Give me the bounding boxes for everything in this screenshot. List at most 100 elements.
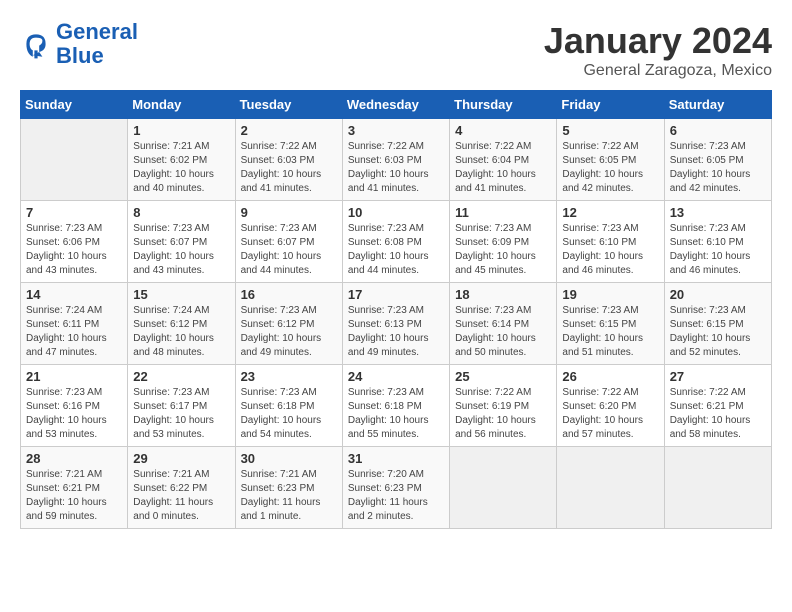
calendar-day-cell: 21Sunrise: 7:23 AM Sunset: 6:16 PM Dayli…	[21, 365, 128, 447]
calendar-day-cell: 13 Sunrise: 7:23 AM Sunset: 6:10 PM Dayli…	[664, 201, 771, 283]
day-info: Sunrise: 7:21 AM Sunset: 6:22 PM Dayligh…	[133, 468, 229, 524]
calendar-day-cell: 1 Sunrise: 7:21 AM Sunset: 6:02 PM Daylig…	[128, 119, 235, 201]
day-info: Sunrise: 7:23 AM Sunset: 6:14 PM Dayligh…	[455, 304, 551, 360]
day-info: Sunrise: 7:23 AM Sunset: 6:15 PM Dayligh…	[562, 304, 658, 360]
day-info: Sunrise: 7:22 AM Sunset: 6:20 PM Dayligh…	[562, 386, 658, 442]
day-info: Sunrise: 7:22 AM Sunset: 6:04 PM Dayligh…	[455, 140, 551, 196]
calendar-day-cell: 31 Sunrise: 7:20 AM Sunset: 6:23 PM Dayli…	[342, 447, 449, 529]
calendar-day-cell: 24Sunrise: 7:23 AM Sunset: 6:18 PM Dayli…	[342, 365, 449, 447]
day-of-week-header: Wednesday	[342, 91, 449, 119]
day-number: 29	[133, 451, 229, 466]
day-number: 1	[133, 123, 229, 138]
calendar-day-cell: 29 Sunrise: 7:21 AM Sunset: 6:22 PM Dayli…	[128, 447, 235, 529]
calendar-day-cell: 15 Sunrise: 7:24 AM Sunset: 6:12 PM Dayli…	[128, 283, 235, 365]
day-of-week-header: Friday	[557, 91, 664, 119]
day-number: 5	[562, 123, 658, 138]
day-number: 17	[348, 287, 444, 302]
day-number: 25	[455, 369, 551, 384]
day-info: Sunrise: 7:22 AM Sunset: 6:21 PM Dayligh…	[670, 386, 766, 442]
day-info: Sunrise: 7:23 AM Sunset: 6:07 PM Dayligh…	[133, 222, 229, 278]
calendar-day-cell	[450, 447, 557, 529]
calendar-table: SundayMondayTuesdayWednesdayThursdayFrid…	[20, 90, 772, 529]
day-number: 12	[562, 205, 658, 220]
day-number: 16	[241, 287, 337, 302]
day-info: Sunrise: 7:23 AM Sunset: 6:13 PM Dayligh…	[348, 304, 444, 360]
calendar-day-cell: 18 Sunrise: 7:23 AM Sunset: 6:14 PM Dayli…	[450, 283, 557, 365]
calendar-day-cell	[664, 447, 771, 529]
location-subtitle: General Zaragoza, Mexico	[544, 62, 772, 80]
day-info: Sunrise: 7:22 AM Sunset: 6:03 PM Dayligh…	[241, 140, 337, 196]
calendar-week-row: 14 Sunrise: 7:24 AM Sunset: 6:11 PM Dayli…	[21, 283, 772, 365]
day-info: Sunrise: 7:21 AM Sunset: 6:21 PM Dayligh…	[26, 468, 122, 524]
calendar-day-cell: 9 Sunrise: 7:23 AM Sunset: 6:07 PM Daylig…	[235, 201, 342, 283]
day-info: Sunrise: 7:22 AM Sunset: 6:03 PM Dayligh…	[348, 140, 444, 196]
title-block: January 2024 General Zaragoza, Mexico	[544, 20, 772, 80]
day-info: Sunrise: 7:23 AM Sunset: 6:08 PM Dayligh…	[348, 222, 444, 278]
day-number: 8	[133, 205, 229, 220]
calendar-day-cell: 27 Sunrise: 7:22 AM Sunset: 6:21 PM Dayli…	[664, 365, 771, 447]
calendar-day-cell: 12 Sunrise: 7:23 AM Sunset: 6:10 PM Dayli…	[557, 201, 664, 283]
calendar-day-cell: 2 Sunrise: 7:22 AM Sunset: 6:03 PM Daylig…	[235, 119, 342, 201]
calendar-week-row: 21Sunrise: 7:23 AM Sunset: 6:16 PM Dayli…	[21, 365, 772, 447]
day-number: 23	[241, 369, 337, 384]
day-info: Sunrise: 7:22 AM Sunset: 6:05 PM Dayligh…	[562, 140, 658, 196]
calendar-week-row: 1 Sunrise: 7:21 AM Sunset: 6:02 PM Daylig…	[21, 119, 772, 201]
day-info: Sunrise: 7:21 AM Sunset: 6:02 PM Dayligh…	[133, 140, 229, 196]
logo: General Blue	[20, 20, 138, 68]
calendar-day-cell: 26Sunrise: 7:22 AM Sunset: 6:20 PM Dayli…	[557, 365, 664, 447]
header-row: SundayMondayTuesdayWednesdayThursdayFrid…	[21, 91, 772, 119]
day-number: 21	[26, 369, 122, 384]
day-info: Sunrise: 7:23 AM Sunset: 6:17 PM Dayligh…	[133, 386, 229, 442]
day-number: 22	[133, 369, 229, 384]
day-info: Sunrise: 7:23 AM Sunset: 6:07 PM Dayligh…	[241, 222, 337, 278]
day-info: Sunrise: 7:23 AM Sunset: 6:15 PM Dayligh…	[670, 304, 766, 360]
day-info: Sunrise: 7:20 AM Sunset: 6:23 PM Dayligh…	[348, 468, 444, 524]
calendar-day-cell: 4Sunrise: 7:22 AM Sunset: 6:04 PM Daylig…	[450, 119, 557, 201]
day-number: 31	[348, 451, 444, 466]
calendar-day-cell: 22 Sunrise: 7:23 AM Sunset: 6:17 PM Dayli…	[128, 365, 235, 447]
logo-line2: Blue	[56, 43, 104, 68]
day-number: 11	[455, 205, 551, 220]
day-info: Sunrise: 7:21 AM Sunset: 6:23 PM Dayligh…	[241, 468, 337, 524]
day-of-week-header: Saturday	[664, 91, 771, 119]
day-of-week-header: Tuesday	[235, 91, 342, 119]
day-number: 15	[133, 287, 229, 302]
day-number: 13	[670, 205, 766, 220]
calendar-day-cell: 3Sunrise: 7:22 AM Sunset: 6:03 PM Daylig…	[342, 119, 449, 201]
day-number: 6	[670, 123, 766, 138]
day-number: 18	[455, 287, 551, 302]
day-info: Sunrise: 7:24 AM Sunset: 6:12 PM Dayligh…	[133, 304, 229, 360]
calendar-day-cell: 23Sunrise: 7:23 AM Sunset: 6:18 PM Dayli…	[235, 365, 342, 447]
logo-text: General Blue	[56, 20, 138, 68]
day-number: 20	[670, 287, 766, 302]
day-info: Sunrise: 7:23 AM Sunset: 6:10 PM Dayligh…	[670, 222, 766, 278]
calendar-day-cell: 30Sunrise: 7:21 AM Sunset: 6:23 PM Dayli…	[235, 447, 342, 529]
day-number: 9	[241, 205, 337, 220]
calendar-day-cell: 19 Sunrise: 7:23 AM Sunset: 6:15 PM Dayli…	[557, 283, 664, 365]
day-number: 2	[241, 123, 337, 138]
day-number: 14	[26, 287, 122, 302]
month-title: January 2024	[544, 20, 772, 62]
day-info: Sunrise: 7:24 AM Sunset: 6:11 PM Dayligh…	[26, 304, 122, 360]
calendar-day-cell: 10Sunrise: 7:23 AM Sunset: 6:08 PM Dayli…	[342, 201, 449, 283]
logo-icon	[20, 28, 52, 60]
day-of-week-header: Monday	[128, 91, 235, 119]
calendar-day-cell: 20 Sunrise: 7:23 AM Sunset: 6:15 PM Dayli…	[664, 283, 771, 365]
day-number: 28	[26, 451, 122, 466]
calendar-day-cell	[557, 447, 664, 529]
calendar-day-cell: 14 Sunrise: 7:24 AM Sunset: 6:11 PM Dayli…	[21, 283, 128, 365]
calendar-week-row: 7 Sunrise: 7:23 AM Sunset: 6:06 PM Daylig…	[21, 201, 772, 283]
day-info: Sunrise: 7:23 AM Sunset: 6:06 PM Dayligh…	[26, 222, 122, 278]
calendar-day-cell: 6 Sunrise: 7:23 AM Sunset: 6:05 PM Daylig…	[664, 119, 771, 201]
day-number: 7	[26, 205, 122, 220]
day-info: Sunrise: 7:22 AM Sunset: 6:19 PM Dayligh…	[455, 386, 551, 442]
day-info: Sunrise: 7:23 AM Sunset: 6:05 PM Dayligh…	[670, 140, 766, 196]
calendar-day-cell: 11Sunrise: 7:23 AM Sunset: 6:09 PM Dayli…	[450, 201, 557, 283]
calendar-day-cell: 25 Sunrise: 7:22 AM Sunset: 6:19 PM Dayli…	[450, 365, 557, 447]
day-number: 19	[562, 287, 658, 302]
day-info: Sunrise: 7:23 AM Sunset: 6:18 PM Dayligh…	[348, 386, 444, 442]
calendar-day-cell: 28 Sunrise: 7:21 AM Sunset: 6:21 PM Dayli…	[21, 447, 128, 529]
day-number: 27	[670, 369, 766, 384]
day-info: Sunrise: 7:23 AM Sunset: 6:10 PM Dayligh…	[562, 222, 658, 278]
calendar-day-cell	[21, 119, 128, 201]
